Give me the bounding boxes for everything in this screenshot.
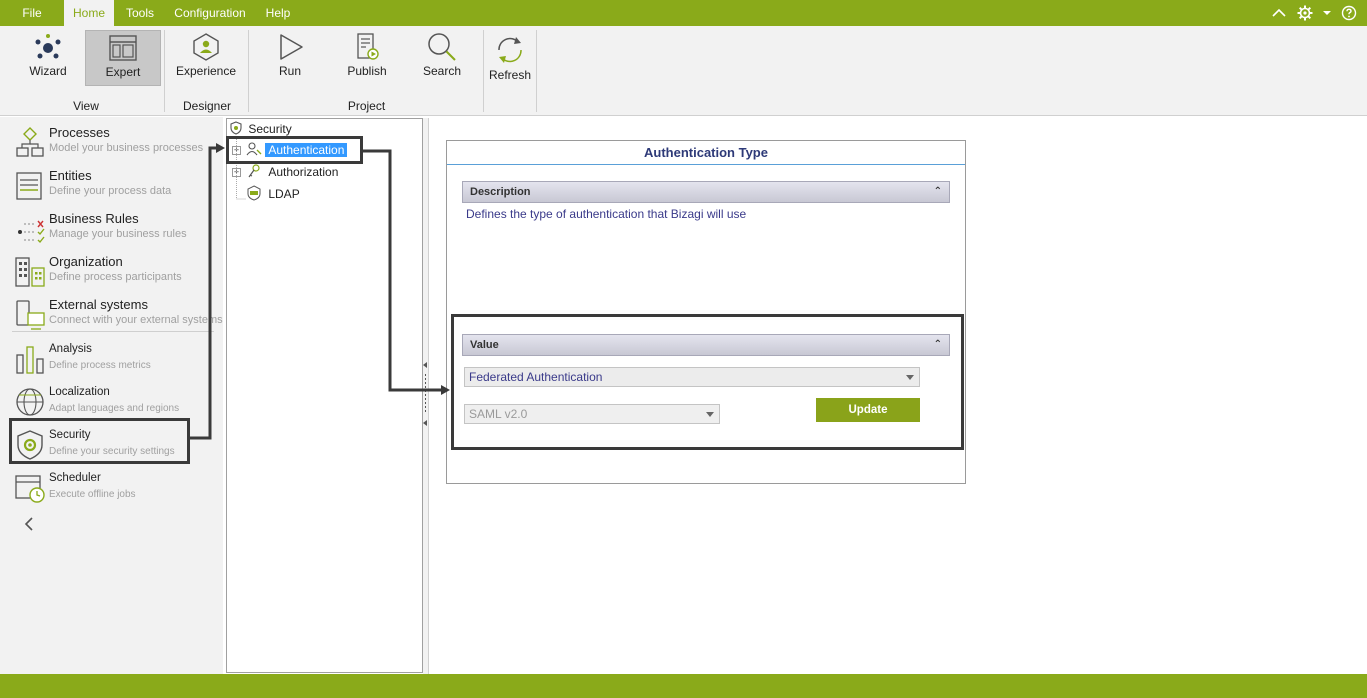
annotation-arrows (190, 143, 450, 440)
status-bar (0, 674, 1367, 698)
